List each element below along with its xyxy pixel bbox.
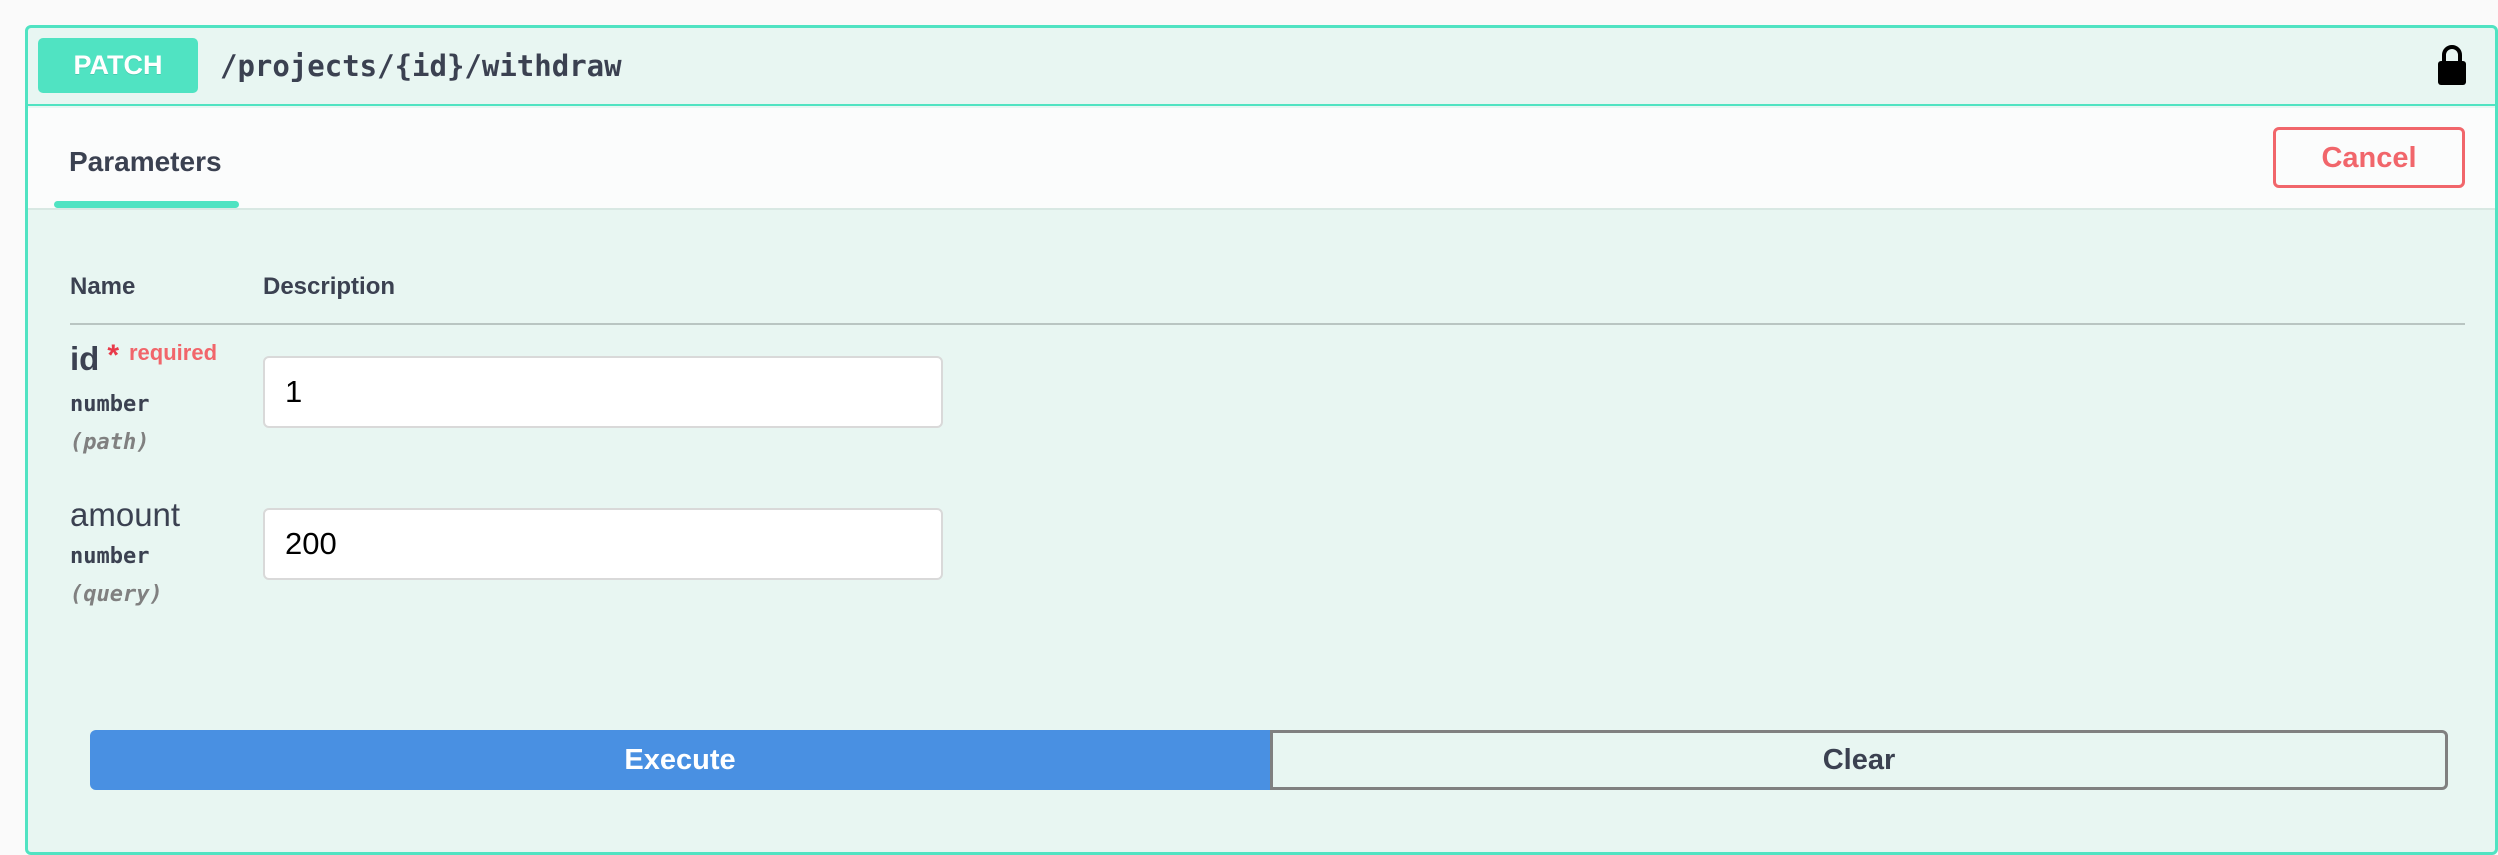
parameters-header: Parameters Cancel	[28, 108, 2495, 210]
column-header-description: Description	[263, 273, 396, 300]
column-header-name: Name	[70, 273, 136, 300]
param-amount-location: (query)	[70, 582, 163, 607]
operation-summary[interactable]: PATCH /projects/{id}/withdraw	[28, 28, 2495, 106]
operation-block: PATCH /projects/{id}/withdraw Parameters…	[25, 25, 2498, 855]
param-id-input[interactable]	[263, 356, 943, 428]
param-id-type: number	[70, 392, 150, 417]
method-badge: PATCH	[38, 38, 198, 93]
param-amount-name: amount	[70, 496, 181, 533]
required-star: *	[107, 339, 120, 372]
param-amount-type: number	[70, 544, 150, 569]
execute-button[interactable]: Execute	[90, 730, 1270, 790]
lock-icon[interactable]	[2437, 44, 2467, 86]
param-amount-input[interactable]	[263, 508, 943, 580]
param-id-location: (path)	[70, 430, 150, 455]
header-divider	[70, 323, 2465, 325]
param-id-name: id *	[70, 339, 120, 377]
clear-button[interactable]: Clear	[1270, 730, 2448, 790]
tab-parameters[interactable]: Parameters	[54, 108, 239, 208]
cancel-button[interactable]: Cancel	[2273, 127, 2465, 188]
tab-active-indicator	[54, 201, 239, 208]
endpoint-path: /projects/{id}/withdraw	[220, 49, 622, 83]
tab-parameters-label: Parameters	[69, 146, 222, 177]
required-label: required	[129, 340, 218, 365]
